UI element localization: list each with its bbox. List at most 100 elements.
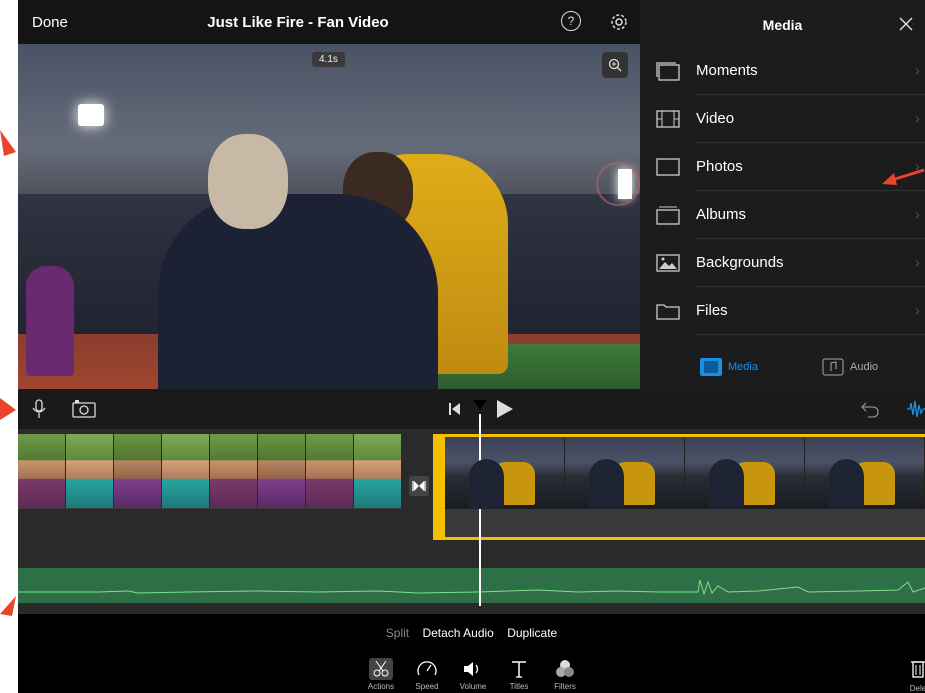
film-icon [656,110,680,128]
video-clip-2-selected[interactable] [433,434,925,540]
tool-label: Actions [367,682,395,691]
trash-icon [911,661,925,678]
chevron-right-icon: › [915,254,920,270]
tool-actions[interactable]: Actions [358,658,404,691]
media-item-moments[interactable]: Moments › [640,47,925,95]
camera-icon[interactable] [72,399,96,419]
tool-label: Titles [509,682,529,691]
play-icon[interactable] [496,399,514,419]
annotation-arrow-right [882,168,925,185]
tool-volume[interactable]: Volume [450,658,496,691]
folder-icon [656,304,680,320]
annotation-arrow-left-bottom [0,596,16,616]
top-bar: Done Just Like Fire - Fan Video ? [18,0,640,44]
imovie-app: Done Just Like Fire - Fan Video ? 4.1s M… [18,0,925,693]
undo-icon[interactable] [860,399,880,419]
chevron-right-icon: › [915,302,920,318]
media-item-label: Photos [696,158,743,175]
thumbnail [66,434,114,508]
media-item-label: Backgrounds [696,254,784,271]
clip-actions: Split Detach Audio Duplicate [18,626,925,640]
trim-handle[interactable] [433,434,445,540]
speedometer-icon [417,661,437,676]
zoom-in-icon [608,58,622,72]
tab-media[interactable]: Media [700,358,758,376]
clip-thumbnails [18,434,402,508]
chevron-right-icon: › [915,206,920,222]
duplicate-button[interactable]: Duplicate [507,626,557,640]
thumbnail [306,434,354,508]
clip-audio-lane [18,508,402,509]
thumbnail [258,434,306,508]
inspector-tools: Actions Speed Volume Titles Filters [358,658,588,691]
delete-button[interactable]: Dele [903,658,925,693]
clip-duration-badge: 4.1s [312,52,345,67]
thumbnail [114,434,162,508]
playback-control-bar [18,389,925,429]
divider [696,334,925,335]
photos-icon [656,158,680,176]
media-item-label: Moments [696,62,758,79]
text-t-icon [512,661,526,678]
ferris-wheel [596,162,640,206]
thumbnail [354,434,402,508]
scissors-icon [369,658,393,680]
media-category-list: Moments › Video › Photos › Albums › Back… [640,47,925,335]
project-title: Just Like Fire - Fan Video [207,14,389,31]
media-item-albums[interactable]: Albums › [640,191,925,239]
thumbnail [805,437,925,509]
thumbnail [162,434,210,508]
backgrounds-icon [656,254,680,272]
split-button[interactable]: Split [386,626,409,640]
timeline[interactable] [18,429,925,614]
thumbnail [445,437,565,509]
filters-circles-icon [556,660,574,677]
official-head [208,134,288,229]
media-tab-bar: Media Audio [640,352,925,382]
chevron-right-icon: › [915,110,920,126]
moments-icon [656,62,680,81]
video-clip-1[interactable] [18,434,402,509]
help-button[interactable]: ? [561,11,581,31]
thumbnail [685,437,805,509]
tab-audio-label: Audio [850,361,879,373]
playhead[interactable] [479,414,481,606]
media-item-files[interactable]: Files › [640,287,925,335]
thumbnail [18,434,66,508]
music-note-icon [822,358,844,376]
playhead-marker [473,400,487,410]
tool-speed[interactable]: Speed [404,658,450,691]
tool-label: Speed [415,682,439,691]
media-item-label: Video [696,110,735,127]
tab-media-label: Media [728,361,758,373]
thumbnail [210,434,258,508]
tool-titles[interactable]: Titles [496,658,542,691]
transition-button[interactable] [409,476,429,496]
audio-waveform [18,579,925,596]
thumbnail [565,437,685,509]
detach-audio-button[interactable]: Detach Audio [422,626,493,640]
video-preview[interactable]: 4.1s [18,44,640,389]
tab-audio[interactable]: Audio [822,358,878,376]
skip-to-start-icon[interactable] [448,402,462,416]
audio-waveform-icon[interactable] [906,399,925,419]
bottom-toolbar: Split Detach Audio Duplicate Actions Spe… [18,614,925,693]
woman-figure [26,266,74,376]
zoom-button[interactable] [602,52,628,78]
settings-gear-icon[interactable] [608,11,630,33]
audio-track[interactable] [18,568,925,603]
speaker-icon [464,662,479,676]
annotation-arrow-left-top [0,130,16,156]
media-item-backgrounds[interactable]: Backgrounds › [640,239,925,287]
clip-thumbnails [445,437,925,509]
close-icon[interactable] [898,16,914,32]
tool-label: Filters [554,682,576,691]
transition-icon [412,481,426,491]
media-item-video[interactable]: Video › [640,95,925,143]
media-item-label: Files [696,302,728,319]
media-item-label: Albums [696,206,747,223]
tool-filters[interactable]: Filters [542,658,588,691]
delete-label: Dele [909,684,925,693]
chevron-right-icon: › [915,62,920,78]
microphone-icon[interactable] [32,399,46,419]
